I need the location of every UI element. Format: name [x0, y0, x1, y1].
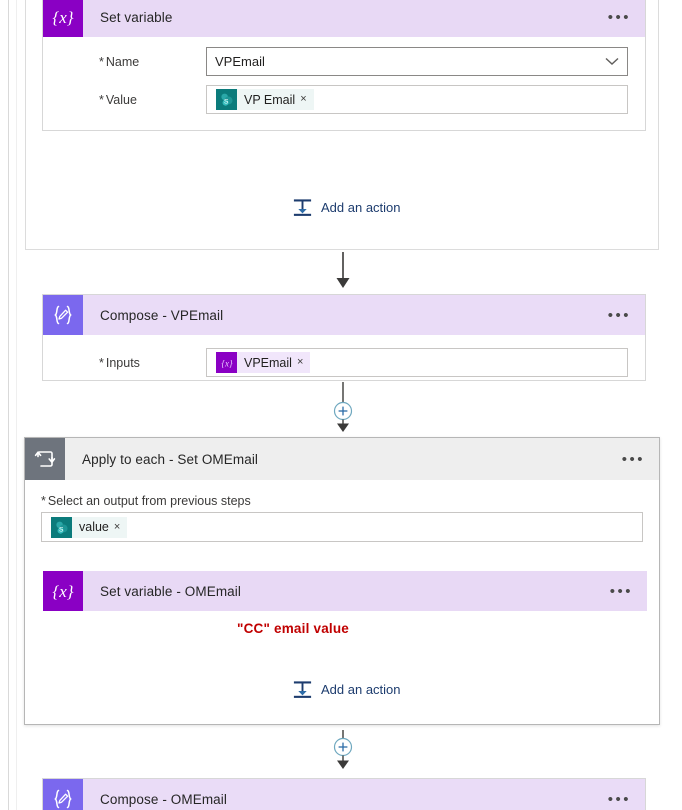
- panel-edge-rule: [8, 0, 9, 810]
- card-title: Set variable: [100, 9, 173, 25]
- name-value: VPEmail: [215, 54, 265, 69]
- loop-header[interactable]: Apply to each - Set OMEmail •••: [25, 438, 659, 480]
- inputs-input[interactable]: {x} VPEmail ×: [206, 348, 628, 377]
- select-output-input[interactable]: S value ×: [41, 512, 643, 542]
- action-card-compose-vpemail[interactable]: Compose - VPEmail ••• * Inputs {x} VPEmai…: [42, 294, 646, 381]
- connector-setvar-to-compose: [330, 252, 356, 290]
- svg-text:{x}: {x}: [52, 582, 73, 601]
- card-body: * Name VPEmail * Value S VP Email ×: [43, 37, 645, 135]
- required-asterisk: *: [99, 355, 104, 370]
- set-variable-icon: {x}: [43, 571, 83, 611]
- loop-menu-button[interactable]: •••: [622, 438, 659, 480]
- svg-text:S: S: [59, 526, 64, 533]
- set-variable-icon: {x}: [43, 0, 83, 37]
- add-an-action-button-top[interactable]: Add an action: [292, 197, 401, 218]
- scope-apply-to-each[interactable]: Apply to each - Set OMEmail ••• * Select …: [24, 437, 660, 725]
- annotation-cc-email-value: "CC" email value: [236, 621, 350, 636]
- field-row-name: * Name VPEmail: [43, 47, 645, 76]
- token-vpemail-variable[interactable]: {x} VPEmail ×: [216, 352, 311, 373]
- card-menu-button[interactable]: •••: [608, 779, 645, 810]
- field-row-value: * Value S VP Email ×: [43, 85, 645, 114]
- connector-compose-to-loop[interactable]: [330, 382, 356, 434]
- card-header[interactable]: Compose - OMEmail •••: [43, 779, 645, 810]
- compose-icon: [43, 779, 83, 810]
- insert-action-icon: [292, 197, 313, 218]
- add-an-action-button-loop[interactable]: Add an action: [292, 679, 401, 700]
- card-menu-button[interactable]: •••: [608, 0, 645, 37]
- loop-body: * Select an output from previous steps S …: [25, 480, 659, 698]
- card-header[interactable]: {x} Set variable •••: [43, 0, 645, 37]
- insert-action-icon: [292, 679, 313, 700]
- sharepoint-icon: S: [51, 516, 72, 538]
- compose-icon: [43, 295, 83, 335]
- action-card-set-variable-omemail[interactable]: {x} Set variable - OMEmail •••: [43, 571, 647, 611]
- action-card-set-variable[interactable]: {x} Set variable ••• * Name VPEmail * Valu…: [42, 0, 646, 131]
- token-label: value: [79, 520, 109, 534]
- token-remove-icon[interactable]: ×: [297, 357, 310, 368]
- svg-text:S: S: [224, 98, 229, 105]
- card-header[interactable]: Compose - VPEmail •••: [43, 295, 645, 335]
- panel-edge-rule-secondary: [16, 0, 17, 810]
- field-label-name: * Name: [99, 54, 140, 69]
- field-row-inputs: * Inputs {x} VPEmail ×: [43, 348, 645, 377]
- token-value[interactable]: S value ×: [51, 516, 128, 538]
- card-menu-button[interactable]: •••: [610, 571, 647, 611]
- flow-designer-canvas: {x} Set variable ••• * Name VPEmail * Valu…: [0, 0, 682, 810]
- field-label-inputs: * Inputs: [99, 355, 140, 370]
- svg-text:{x}: {x}: [52, 8, 73, 27]
- card-title: Compose - VPEmail: [100, 307, 224, 323]
- svg-text:{x}: {x}: [221, 358, 233, 368]
- token-vp-email[interactable]: S VP Email ×: [216, 89, 314, 110]
- variable-token-icon: {x}: [216, 352, 237, 373]
- loop-title: Apply to each - Set OMEmail: [82, 451, 259, 467]
- required-asterisk: *: [99, 92, 104, 107]
- card-header[interactable]: {x} Set variable - OMEmail •••: [43, 571, 647, 611]
- connector-loop-to-compose-omemail[interactable]: [330, 730, 356, 778]
- card-title: Set variable - OMEmail: [100, 583, 241, 599]
- sharepoint-icon: S: [216, 89, 237, 110]
- name-dropdown-input[interactable]: VPEmail: [206, 47, 628, 76]
- token-label: VP Email: [244, 92, 296, 107]
- add-an-action-label: Add an action: [321, 200, 401, 215]
- loop-icon: [25, 438, 65, 480]
- chevron-down-icon[interactable]: [605, 57, 619, 66]
- value-input[interactable]: S VP Email ×: [206, 85, 628, 114]
- select-output-label: * Select an output from previous steps: [41, 494, 251, 508]
- token-label: VPEmail: [244, 355, 292, 370]
- required-asterisk: *: [41, 494, 46, 508]
- action-card-compose-omemail[interactable]: Compose - OMEmail •••: [42, 778, 646, 810]
- token-remove-icon[interactable]: ×: [114, 521, 127, 533]
- add-an-action-label: Add an action: [321, 682, 401, 697]
- field-label-value: * Value: [99, 92, 137, 107]
- card-menu-button[interactable]: •••: [608, 295, 645, 335]
- required-asterisk: *: [99, 54, 104, 69]
- card-title: Compose - OMEmail: [100, 791, 227, 807]
- token-remove-icon[interactable]: ×: [300, 94, 313, 105]
